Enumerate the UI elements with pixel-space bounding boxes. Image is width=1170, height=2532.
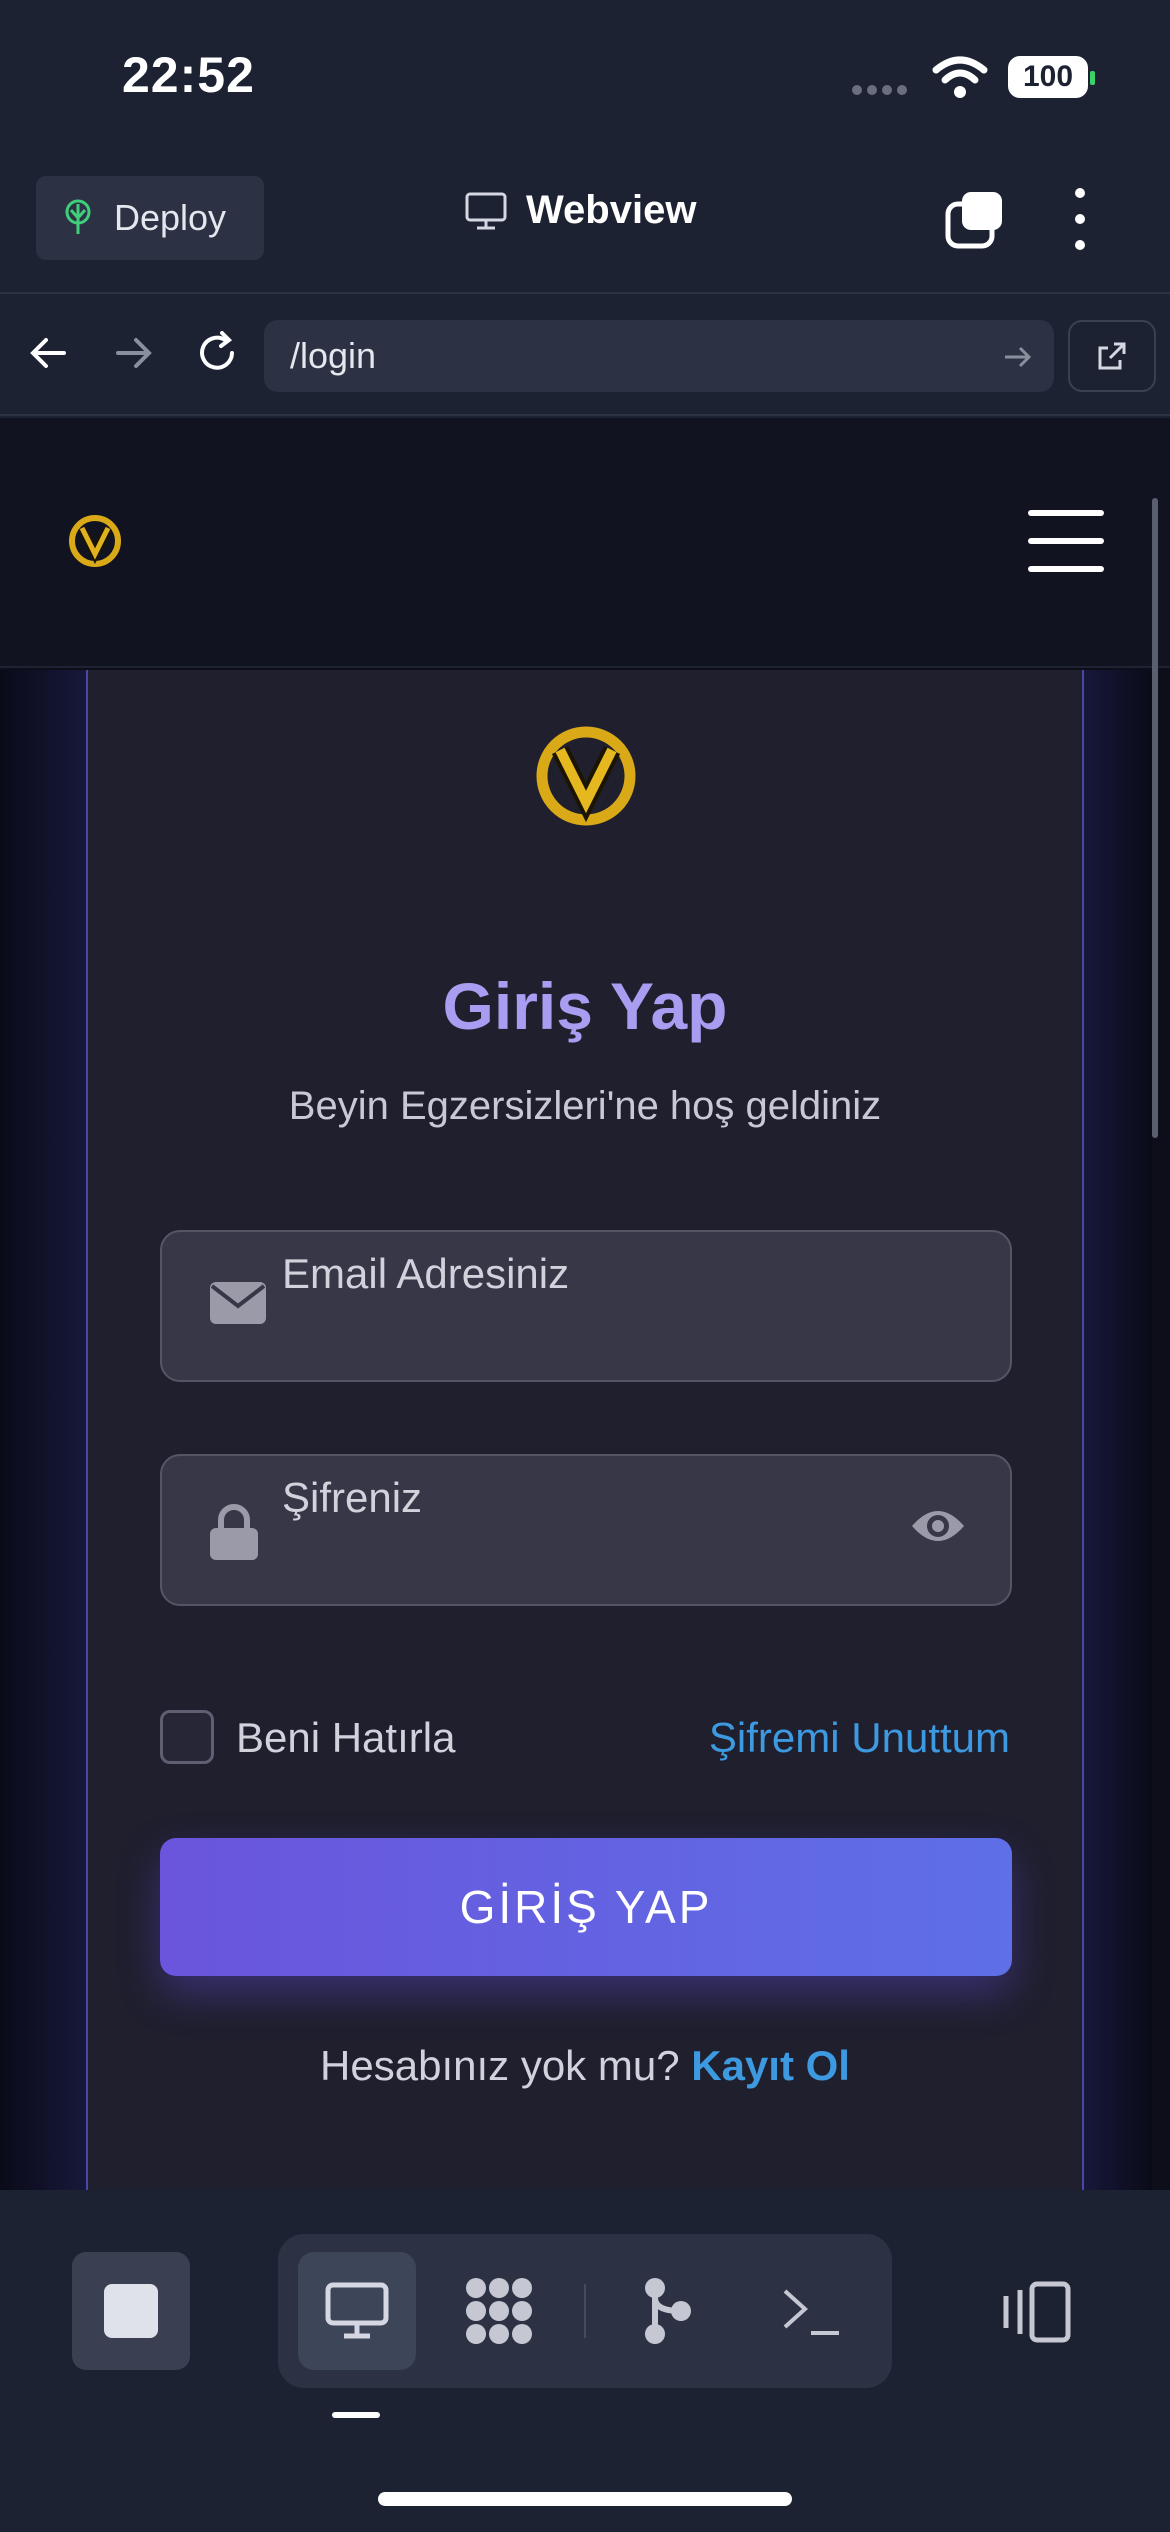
site-navbar: [0, 418, 1170, 668]
monitor-icon: [465, 192, 507, 229]
login-subtitle: Beyin Egzersizleri'ne hoş geldiniz: [288, 1084, 882, 1128]
toolbar-divider: [584, 2284, 586, 2338]
signal-icon: [852, 82, 916, 95]
back-icon[interactable]: [24, 328, 74, 378]
active-tab-indicator: [332, 2412, 380, 2418]
hamburger-menu-icon[interactable]: [1028, 510, 1104, 572]
site-logo[interactable]: [68, 514, 122, 568]
status-time: 22:52: [122, 47, 255, 103]
lock-icon: [210, 1504, 258, 1560]
tabs-icon[interactable]: [944, 190, 1004, 250]
forgot-password-link[interactable]: Şifremi Unuttum: [709, 1714, 1010, 1762]
envelope-icon: [210, 1282, 266, 1324]
eye-icon[interactable]: [910, 1506, 966, 1546]
app-header: Deploy Webview: [0, 160, 1170, 294]
stop-button[interactable]: [72, 2252, 190, 2370]
forward-icon[interactable]: [108, 328, 158, 378]
password-field[interactable]: Şifreniz: [160, 1454, 1012, 1606]
open-external-button[interactable]: [1068, 320, 1156, 392]
background-glow-left: [0, 670, 86, 2190]
go-arrow-icon[interactable]: [1000, 340, 1034, 374]
email-field[interactable]: Email Adresiniz: [160, 1230, 1012, 1382]
url-bar: /login: [0, 296, 1170, 416]
email-label: Email Adresiniz: [282, 1250, 570, 1297]
reload-icon[interactable]: [192, 328, 242, 378]
deploy-label: Deploy: [114, 197, 227, 238]
status-bar: 22:52 100: [0, 0, 1170, 160]
git-tab[interactable]: [608, 2252, 726, 2370]
more-menu-icon[interactable]: [1070, 188, 1090, 254]
login-button[interactable]: GİRİŞ YAP: [160, 1838, 1012, 1976]
remember-me-label[interactable]: Beni Hatırla: [236, 1714, 455, 1762]
bottom-toolbar: [0, 2190, 1170, 2532]
stop-icon: [104, 2284, 158, 2338]
packages-tab[interactable]: [440, 2252, 558, 2370]
background-glow-right: [1084, 670, 1152, 2190]
login-card: Giriş Yap Beyin Egzersizleri'ne hoş geld…: [86, 670, 1084, 2190]
tool-switcher: [278, 2234, 892, 2388]
terminal-icon: [783, 2289, 839, 2335]
register-link[interactable]: Kayıt Ol: [691, 2042, 850, 2089]
deploy-icon: [65, 199, 91, 234]
webview-title: Webview: [464, 188, 696, 233]
packages-icon: [466, 2278, 532, 2344]
login-button-label: GİRİŞ YAP: [459, 1881, 713, 1933]
terminal-tab[interactable]: [752, 2252, 870, 2370]
battery-level: 100: [1022, 60, 1074, 93]
battery-icon: 100: [1008, 56, 1095, 98]
scrollbar[interactable]: [1152, 498, 1158, 1138]
register-prompt: Hesabınız yok mu? Kayıt Ol: [88, 2042, 1082, 2090]
url-input[interactable]: /login: [264, 320, 1054, 392]
monitor-icon: [325, 2282, 389, 2339]
login-title: Giriş Yap: [442, 969, 728, 1043]
webview-content: Giriş Yap Beyin Egzersizleri'ne hoş geld…: [0, 418, 1170, 2190]
git-icon: [645, 2278, 691, 2344]
external-link-icon: [1098, 342, 1126, 370]
webview-tab[interactable]: [298, 2252, 416, 2370]
wifi-icon: [932, 56, 988, 98]
register-prompt-text: Hesabınız yok mu?: [320, 2042, 680, 2089]
deploy-button[interactable]: Deploy: [36, 176, 264, 260]
remember-me-checkbox[interactable]: [160, 1710, 214, 1764]
home-indicator: [378, 2492, 792, 2506]
brand-logo: [536, 726, 636, 826]
password-label: Şifreniz: [282, 1474, 423, 1521]
url-text: /login: [290, 335, 377, 376]
page-title: Webview: [526, 188, 697, 232]
side-panel-icon[interactable]: [1000, 2280, 1074, 2344]
